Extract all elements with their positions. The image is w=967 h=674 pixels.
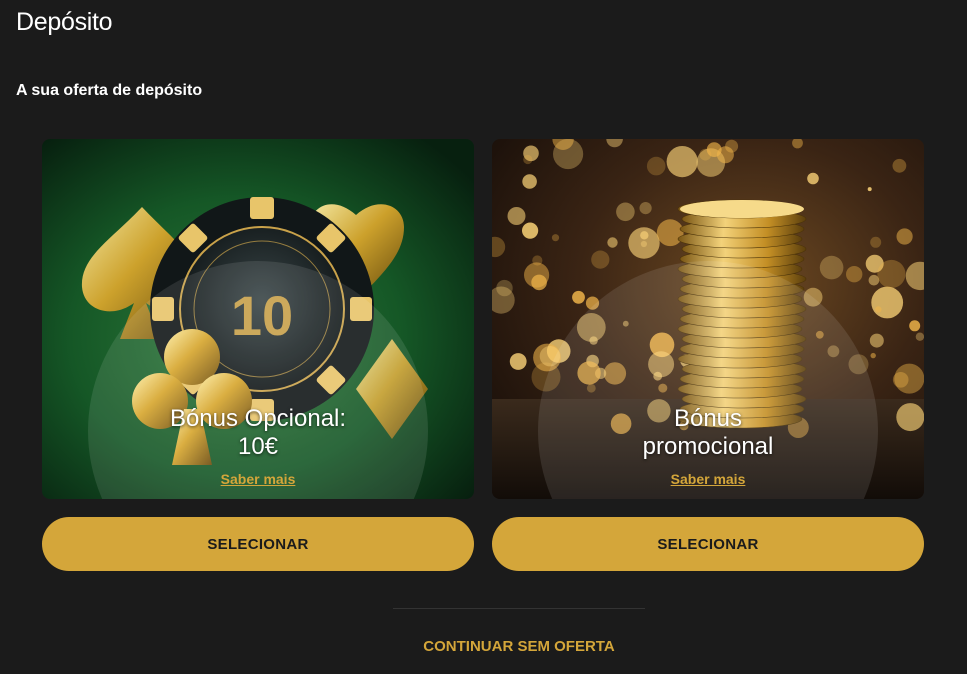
section-title: A sua oferta de depósito — [16, 82, 203, 99]
offer-title: Bónus Opcional: 10€ — [42, 405, 474, 461]
offer-title-line1: Bónus — [673, 405, 743, 432]
offer-title: Bónus promocional — [492, 405, 924, 461]
offer-card-promo-bonus[interactable]: Bónus promocional Saber mais — [492, 139, 924, 499]
offer-title-line2: promocional — [642, 433, 774, 460]
page-title: Depósito — [16, 8, 113, 36]
offer-title-line1: Bónus Opcional: — [169, 405, 347, 432]
learn-more-link[interactable]: Saber mais — [492, 471, 924, 487]
continue-without-offer-button[interactable]: CONTINUAR SEM OFERTA — [393, 634, 645, 658]
deposit-page: Depósito A sua oferta de depósito 10 Bón… — [0, 0, 967, 674]
offer-card-optional-bonus[interactable]: 10 Bónus Opcional: 10€ Saber mais — [42, 139, 474, 499]
select-offer-button[interactable]: SELECIONAR — [42, 517, 474, 571]
select-offer-button[interactable]: SELECIONAR — [492, 517, 924, 571]
divider — [393, 608, 645, 609]
offer-title-line2: 10€ — [237, 433, 279, 460]
learn-more-link[interactable]: Saber mais — [42, 471, 474, 487]
